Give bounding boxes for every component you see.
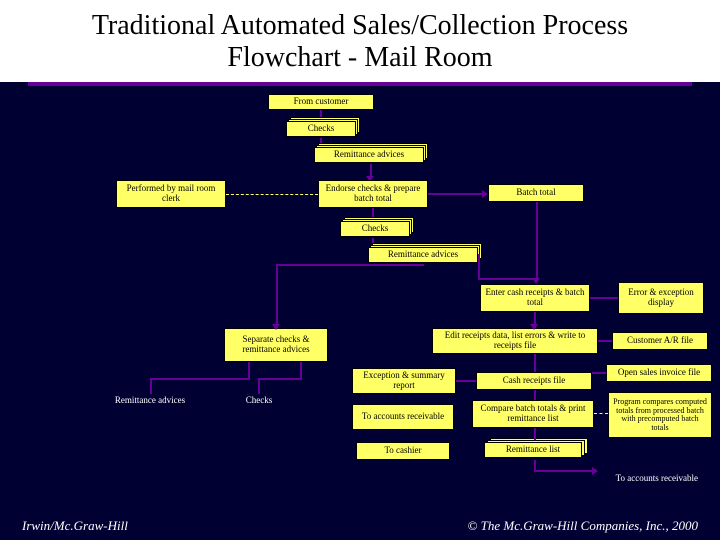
box-compare: Compare batch totals & print remittance … — [472, 400, 594, 428]
box-error-display: Error & exception display — [618, 282, 704, 314]
stack-checks-2: Checks — [340, 220, 410, 238]
label-remittance-advices: Remittance advices — [102, 396, 198, 406]
box-cash-receipts: Cash receipts file — [476, 372, 592, 390]
box-separate: Separate checks & remittance advices — [224, 328, 328, 362]
box-exception-report: Exception & summary report — [352, 368, 456, 394]
label-checks: Checks — [234, 396, 284, 406]
stack-remit-2: Remittance advices — [368, 246, 478, 264]
box-endorse: Endorse checks & prepare batch total — [318, 180, 428, 208]
stack-remittance-list: Remittance list — [484, 442, 582, 460]
box-to-cashier: To cashier — [356, 442, 450, 460]
box-customer-ar: Customer A/R file — [612, 332, 708, 350]
box-program-compares: Program compares computed totals from pr… — [608, 392, 712, 438]
stack-checks-1: Checks — [286, 120, 356, 138]
box-batch-total: Batch total — [488, 184, 584, 202]
box-enter-receipts: Enter cash receipts & batch total — [480, 284, 590, 312]
footer-right: © The Mc.Graw-Hill Companies, Inc., 2000 — [468, 518, 699, 534]
dashed-connector — [226, 194, 318, 195]
box-to-ar: To accounts receivable — [352, 404, 454, 430]
box-performed-by: Performed by mail room clerk — [116, 180, 226, 208]
page-title: Traditional Automated Sales/Collection P… — [0, 0, 720, 82]
box-open-sales: Open sales invoice file — [606, 364, 712, 382]
box-edit-receipts: Edit receipts data, list errors & write … — [432, 328, 598, 354]
footer-left: Irwin/Mc.Graw-Hill — [22, 518, 128, 534]
stack-remit-1: Remittance advices — [314, 146, 424, 164]
box-from-customer: From customer — [268, 94, 374, 110]
label-to-ar-2: To accounts receivable — [568, 474, 698, 484]
flowchart-canvas: From customer Checks Remittance advices … — [0, 86, 720, 531]
